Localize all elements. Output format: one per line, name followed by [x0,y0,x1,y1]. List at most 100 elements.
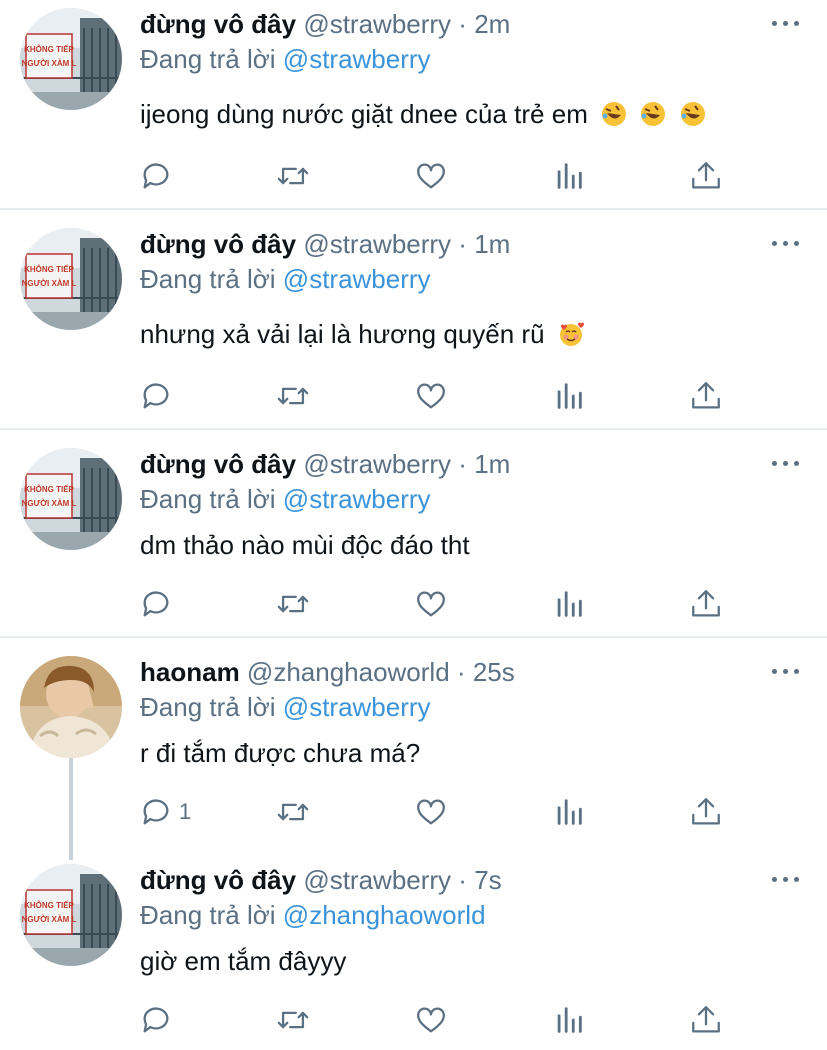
tweet-divider [0,428,827,430]
more-icon[interactable] [772,667,800,677]
username[interactable]: @strawberry [303,449,451,479]
separator: · [458,9,467,39]
like-button[interactable] [414,376,448,416]
retweet-button[interactable] [276,156,310,196]
reply-mention-link[interactable]: @strawberry [283,484,431,514]
tweet[interactable]: KHÔNG TIẾP NGƯỜI XÀM L đừng vô đây @stra… [0,0,827,208]
tweet-text: nhưng xả vải lại là hương quyến rũ [140,317,584,351]
avatar[interactable]: KHÔNG TIẾP NGƯỜI XÀM L [20,448,122,550]
retweet-icon [277,387,309,405]
reply-prefix: Đang trả lời [140,900,276,930]
share-button[interactable] [689,156,723,196]
more-icon[interactable] [772,459,800,469]
svg-text:KHÔNG TIẾP: KHÔNG TIẾP [24,900,74,910]
username[interactable]: @strawberry [303,229,451,259]
like-icon [417,591,445,617]
timestamp[interactable]: 2m [474,9,510,39]
tweet-actions: 1 [0,792,827,832]
reply-context: Đang trả lời @zhanghaoworld [140,899,486,931]
share-icon [692,162,720,189]
svg-text:NGƯỜI XÀM L: NGƯỜI XÀM L [22,499,77,508]
tweet-text-content: nhưng xả vải lại là hương quyến rũ [140,319,545,349]
rofl-emoji [602,102,627,126]
timestamp[interactable]: 1m [474,449,510,479]
sign-photo-avatar-image: KHÔNG TIẾP NGƯỜI XÀM L [20,864,122,966]
avatar[interactable] [20,656,122,758]
reply-mention-link[interactable]: @strawberry [283,44,431,74]
rofl-emoji [641,102,666,126]
share-button[interactable] [689,376,723,416]
like-button[interactable] [414,1000,448,1040]
tweet[interactable]: KHÔNG TIẾP NGƯỜI XÀM L đừng vô đây @stra… [0,220,827,428]
retweet-button[interactable] [276,584,310,624]
avatar[interactable]: KHÔNG TIẾP NGƯỜI XÀM L [20,864,122,966]
sign-photo-avatar-image: KHÔNG TIẾP NGƯỜI XÀM L [20,8,122,110]
retweet-button[interactable] [276,376,310,416]
username[interactable]: @strawberry [303,865,451,895]
tweet-text-content: r đi tắm được chưa má? [140,738,421,768]
reply-prefix: Đang trả lời [140,692,276,722]
username[interactable]: @zhanghaoworld [247,657,450,687]
analytics-icon [557,591,582,617]
reply-button[interactable] [139,1000,179,1040]
timestamp[interactable]: 25s [473,657,515,687]
share-icon [692,590,720,617]
reply-button[interactable]: 1 [139,792,191,832]
analytics-button[interactable] [552,156,586,196]
reply-button[interactable] [139,584,179,624]
display-name[interactable]: đừng vô đây [140,449,296,479]
analytics-icon [557,799,582,825]
reply-context: Đang trả lời @strawberry [140,691,431,723]
tweet-header: đừng vô đây @strawberry · 2m [140,8,510,40]
share-button[interactable] [689,584,723,624]
like-button[interactable] [414,792,448,832]
reply-icon [143,383,169,409]
display-name[interactable]: đừng vô đây [140,865,296,895]
tweet[interactable]: KHÔNG TIẾP NGƯỜI XÀM L đừng vô đây @stra… [0,856,827,1050]
like-icon [417,799,445,825]
display-name[interactable]: đừng vô đây [140,229,296,259]
separator: · [458,449,467,479]
analytics-button[interactable] [552,584,586,624]
avatar[interactable]: KHÔNG TIẾP NGƯỜI XÀM L [20,8,122,110]
tweet-actions [0,376,827,416]
retweet-icon [277,167,309,185]
reply-mention-link[interactable]: @zhanghaoworld [283,900,486,930]
analytics-button[interactable] [552,1000,586,1040]
tweet-actions [0,1000,827,1040]
sign-photo-avatar-image: KHÔNG TIẾP NGƯỜI XÀM L [20,228,122,330]
retweet-icon [277,803,309,821]
tweet-divider [0,636,827,638]
share-button[interactable] [689,792,723,832]
reply-button[interactable] [139,376,179,416]
reply-mention-link[interactable]: @strawberry [283,692,431,722]
tweet[interactable]: haonam @zhanghaoworld · 25s Đang trả lời… [0,648,827,844]
reply-prefix: Đang trả lời [140,484,276,514]
retweet-button[interactable] [276,792,310,832]
reply-context: Đang trả lời @strawberry [140,43,431,75]
timestamp[interactable]: 7s [474,865,501,895]
username[interactable]: @strawberry [303,9,451,39]
tweet-text-content: ijeong dùng nước giặt dnee của trẻ em [140,99,588,129]
more-icon[interactable] [772,875,800,885]
tweet[interactable]: KHÔNG TIẾP NGƯỜI XÀM L đừng vô đây @stra… [0,440,827,636]
more-icon[interactable] [772,239,800,249]
like-button[interactable] [414,584,448,624]
share-button[interactable] [689,1000,723,1040]
more-icon[interactable] [772,19,800,29]
reply-prefix: Đang trả lời [140,44,276,74]
tweet-text: ijeong dùng nước giặt dnee của trẻ em [140,97,706,131]
svg-text:NGƯỜI XÀM L: NGƯỜI XÀM L [22,279,77,288]
tweet-text: giờ em tắm đâyyy [140,944,346,978]
display-name[interactable]: đừng vô đây [140,9,296,39]
reply-mention-link[interactable]: @strawberry [283,264,431,294]
reply-button[interactable] [139,156,179,196]
retweet-button[interactable] [276,1000,310,1040]
analytics-button[interactable] [552,792,586,832]
analytics-button[interactable] [552,376,586,416]
display-name[interactable]: haonam [140,657,240,687]
svg-text:NGƯỜI XÀM L: NGƯỜI XÀM L [22,59,77,68]
avatar[interactable]: KHÔNG TIẾP NGƯỜI XÀM L [20,228,122,330]
timestamp[interactable]: 1m [474,229,510,259]
like-button[interactable] [414,156,448,196]
